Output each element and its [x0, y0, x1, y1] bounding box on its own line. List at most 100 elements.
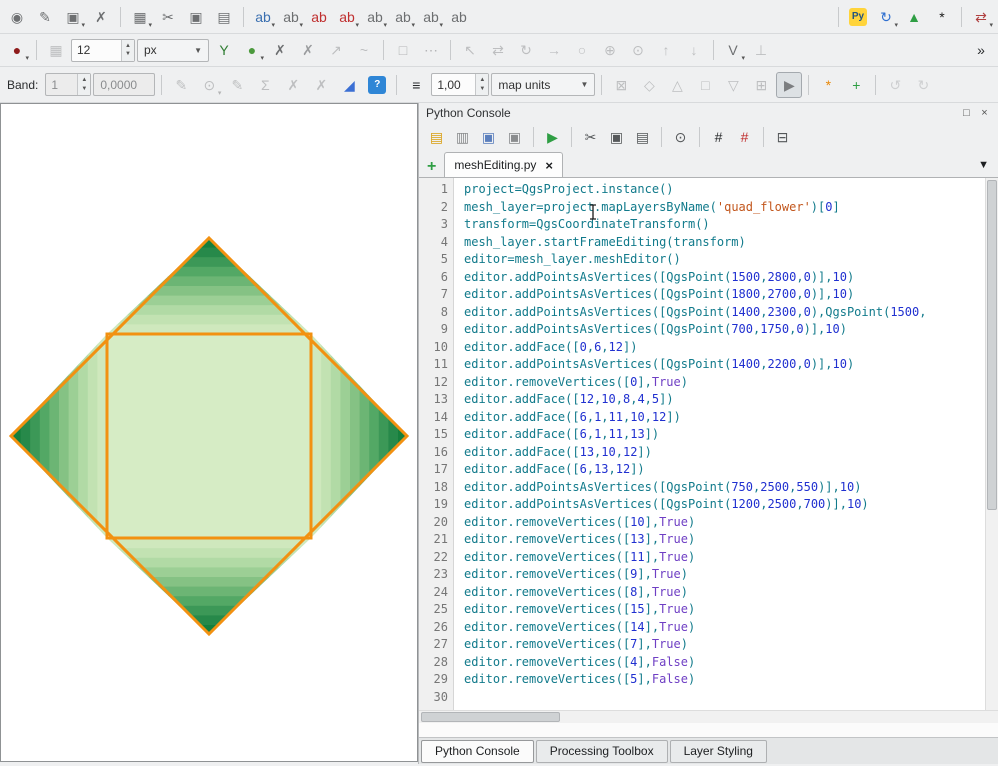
label-highlight-icon[interactable]: ab — [306, 4, 332, 30]
mesh-transform-icon[interactable]: Σ — [252, 72, 278, 98]
copy-icon[interactable]: ▣ — [605, 125, 628, 148]
plugin-bug-icon[interactable]: * — [929, 4, 955, 30]
trim-extend-icon[interactable]: ⊥ — [748, 37, 774, 63]
mesh-remove-vertices-icon[interactable]: ✗ — [280, 72, 306, 98]
refresh-map-icon[interactable]: ↻▾ — [873, 4, 899, 30]
mesh-add-gear-icon[interactable]: + — [843, 72, 869, 98]
topology-blob-icon[interactable]: ●▾ — [239, 37, 265, 63]
paste-icon[interactable]: ▤ — [631, 125, 654, 148]
find-text-icon[interactable]: ⊙ — [669, 125, 692, 148]
band-value-field[interactable]: 0,0000 — [93, 73, 155, 96]
label-ellipse-icon[interactable]: ab▾ — [334, 4, 360, 30]
undo-icon[interactable]: ↺ — [882, 72, 908, 98]
band-spinbox-arrows[interactable]: ▲▼ — [77, 74, 90, 95]
snapping-branch-icon[interactable]: Y — [211, 37, 237, 63]
horizontal-scrollbar[interactable] — [419, 710, 998, 723]
mesh-refine-icon[interactable]: ⊞ — [748, 72, 774, 98]
undock-panel-icon[interactable]: □ — [960, 107, 973, 120]
band-spinbox[interactable]: 1▲▼ — [45, 73, 91, 96]
tracing-arrow-icon[interactable]: ↗ — [323, 37, 349, 63]
label-pin-icon[interactable]: ab▾ — [278, 4, 304, 30]
mesh-merge-faces-icon[interactable]: △ — [664, 72, 690, 98]
symbol-units-combo[interactable]: px▼ — [137, 39, 209, 62]
rectangle-extent-icon[interactable]: □ — [390, 37, 416, 63]
symbol-size-spinbox[interactable]: 12▲▼ — [71, 39, 135, 62]
mesh-force-by-lines-icon[interactable]: ◢ — [336, 72, 362, 98]
label-move-icon[interactable]: ab▾ — [362, 4, 388, 30]
label-rotate-icon[interactable]: ab▾ — [390, 4, 416, 30]
mesh-split-faces-icon[interactable]: □ — [692, 72, 718, 98]
map-canvas[interactable] — [0, 103, 418, 762]
vertex-tool-icon[interactable]: V▾ — [720, 37, 746, 63]
start-mesh-editing-icon[interactable]: ▶ — [776, 72, 802, 98]
code-lines[interactable]: project=QgsProject.instance()mesh_layer=… — [454, 178, 998, 710]
rotate-feature-icon[interactable]: ↻ — [513, 37, 539, 63]
horizontal-scrollbar-thumb[interactable] — [421, 712, 560, 722]
mesh-options-gear-icon[interactable]: * — [815, 72, 841, 98]
mesh-help-icon[interactable]: ? — [364, 72, 390, 98]
mesh-select-polygon-icon[interactable]: ✎ — [224, 72, 250, 98]
delete-annotation-icon[interactable]: ✗ — [88, 4, 114, 30]
bottom-tab-processing-toolbox[interactable]: Processing Toolbox — [536, 740, 668, 763]
mesh-reindex-icon[interactable]: ⊠ — [608, 72, 634, 98]
python-console-icon[interactable]: Py — [845, 4, 871, 30]
object-inspector-icon[interactable]: ⊟ — [771, 125, 794, 148]
copy-move-feature-icon[interactable]: ⇄ — [485, 37, 511, 63]
uncomment-icon[interactable]: # — [733, 125, 756, 148]
style-manager-icon[interactable]: ●▾ — [4, 37, 30, 63]
width-spinbox-arrows[interactable]: ▲▼ — [475, 74, 488, 95]
copy-style-icon[interactable]: ▣ — [183, 4, 209, 30]
label-change-icon[interactable]: ab▾ — [418, 4, 444, 30]
paste-style-icon[interactable]: ▤ — [211, 4, 237, 30]
comment-icon[interactable]: # — [707, 125, 730, 148]
diagram-options-icon[interactable]: ▦▾ — [127, 4, 153, 30]
save-icon[interactable]: ▣ — [477, 125, 500, 148]
simplify-feature-icon[interactable]: → — [541, 37, 567, 63]
layer-labeling-icon[interactable]: ab▾ — [250, 4, 276, 30]
new-annotation-icon[interactable]: ◉ — [4, 4, 30, 30]
deselect-all-icon[interactable]: ✗ — [295, 37, 321, 63]
line-width-icon[interactable]: ≡ — [403, 72, 429, 98]
map-units-combo[interactable]: map units▼ — [491, 73, 595, 96]
open-in-external-editor-icon[interactable]: ▥ — [451, 125, 474, 148]
code-editor[interactable]: 1234567891011121314151617181920212223242… — [419, 177, 998, 710]
form-annotation-icon[interactable]: ▣▾ — [60, 4, 86, 30]
symbol-size-spinbox-arrows[interactable]: ▲▼ — [121, 40, 134, 61]
mesh-select-icon[interactable]: ⊙▾ — [196, 72, 222, 98]
offset-curve-icon[interactable]: ↑ — [653, 37, 679, 63]
more-shapes-icon[interactable]: ⋯ — [418, 37, 444, 63]
move-feature-icon[interactable]: ↖ — [457, 37, 483, 63]
add-ring-icon[interactable]: ○ — [569, 37, 595, 63]
toolbar-overflow-icon[interactable]: » — [968, 37, 994, 63]
tab-list-dropdown-icon[interactable]: ▼ — [974, 159, 993, 177]
split-features-icon[interactable]: ✂ — [155, 4, 181, 30]
open-script-icon[interactable]: ▤ — [425, 125, 448, 148]
elevation-export-icon[interactable]: ▲ — [901, 4, 927, 30]
topology-checker-icon[interactable]: ⇄▾ — [968, 4, 994, 30]
current-edits-icon[interactable]: ▦ — [43, 37, 69, 63]
fill-ring-icon[interactable]: ⊙ — [625, 37, 651, 63]
mesh-delaunay-icon[interactable]: ▽ — [720, 72, 746, 98]
save-as-icon[interactable]: ▣ — [503, 125, 526, 148]
new-tab-button[interactable]: + — [424, 159, 439, 177]
close-panel-icon[interactable]: × — [978, 107, 991, 120]
mesh-flip-edge-icon[interactable]: ◇ — [636, 72, 662, 98]
vertical-scrollbar-thumb[interactable] — [987, 180, 997, 510]
run-script-icon[interactable]: ▶ — [541, 125, 564, 148]
label-properties-icon[interactable]: ab — [446, 4, 472, 30]
tracing-curve-icon[interactable]: ~ — [351, 37, 377, 63]
deselect-icon[interactable]: ✗ — [267, 37, 293, 63]
add-part-icon[interactable]: ⊕ — [597, 37, 623, 63]
reshape-features-icon[interactable]: ↓ — [681, 37, 707, 63]
cut-icon[interactable]: ✂ — [579, 125, 602, 148]
mesh-remove-faces-icon[interactable]: ✗ — [308, 72, 334, 98]
tab-mesh-editing-py[interactable]: meshEditing.py × — [444, 152, 563, 177]
text-annotation-icon[interactable]: ✎ — [32, 4, 58, 30]
width-spinbox[interactable]: 1,00▲▼ — [431, 73, 489, 96]
redo-icon[interactable]: ↻ — [910, 72, 936, 98]
mesh-digitize-icon[interactable]: ✎ — [168, 72, 194, 98]
bottom-tab-python-console[interactable]: Python Console — [421, 740, 534, 763]
vertical-scrollbar[interactable] — [985, 178, 998, 710]
tab-close-icon[interactable]: × — [545, 158, 553, 173]
bottom-tab-layer-styling[interactable]: Layer Styling — [670, 740, 767, 763]
